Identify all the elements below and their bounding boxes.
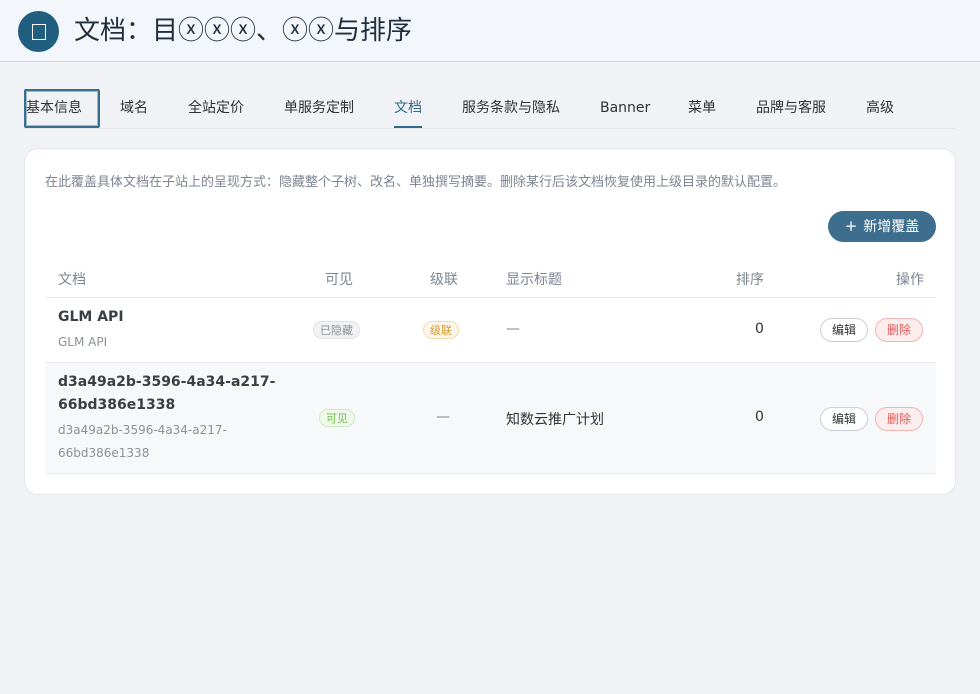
row2-doc-title-line2: 66bd386e1338 xyxy=(58,397,176,413)
row1-doc-subtitle: GLM API xyxy=(58,335,108,349)
page-title: 文档：目ⓧⓧⓧ、ⓧⓧ与排序 xyxy=(74,16,413,46)
header-doc: 文档 xyxy=(58,272,86,288)
tab-docs[interactable]: 文档 xyxy=(394,89,422,128)
table-bottom-divider xyxy=(45,473,936,474)
plus-icon: + xyxy=(844,217,858,235)
tab-basic-info[interactable]: 基本信息 xyxy=(24,89,100,128)
document-icon xyxy=(18,11,59,52)
tab-service-custom[interactable]: 单服务定制 xyxy=(284,89,354,127)
header-order: 排序 xyxy=(736,272,764,288)
row1-edit-button[interactable]: 编辑 xyxy=(820,318,868,342)
row1-cascade-badge: 级联 xyxy=(423,321,459,339)
row1-display-title: — xyxy=(506,321,520,337)
tab-advanced[interactable]: 高级 xyxy=(866,89,894,127)
tab-terms-privacy[interactable]: 服务条款与隐私 xyxy=(462,89,560,127)
row2-doc-subtitle-line2: 66bd386e1338 xyxy=(58,446,150,460)
add-override-label: 新增覆盖 xyxy=(863,219,920,235)
page-header: 文档：目ⓧⓧⓧ、ⓧⓧ与排序 xyxy=(0,0,980,62)
overrides-card: 在此覆盖具体文档在子站上的呈现方式：隐藏整个子树、改名、单独撰写摘要。删除某行后… xyxy=(24,148,956,495)
description-text: 在此覆盖具体文档在子站上的呈现方式：隐藏整个子树、改名、单独撰写摘要。删除某行后… xyxy=(45,175,787,190)
tab-docs-label: 文档 xyxy=(394,100,422,116)
row2-order: 0 xyxy=(755,409,764,425)
tab-menu[interactable]: 菜单 xyxy=(688,89,716,127)
row1-visibility-badge: 已隐藏 xyxy=(313,321,360,339)
row2-visibility-badge: 可见 xyxy=(319,409,355,427)
row2-delete-button[interactable]: 删除 xyxy=(875,407,923,431)
row2-edit-button[interactable]: 编辑 xyxy=(820,407,868,431)
row1-doc-title: GLM API xyxy=(58,309,124,325)
row2-cascade: — xyxy=(436,409,450,425)
row1-delete-button[interactable]: 删除 xyxy=(875,318,923,342)
add-override-button[interactable]: + 新增覆盖 xyxy=(828,211,936,242)
header-cascade: 级联 xyxy=(430,272,458,288)
row2-doc-subtitle-line1: d3a49a2b-3596-4a34-a217- xyxy=(58,423,227,437)
tab-site-pricing[interactable]: 全站定价 xyxy=(188,89,244,127)
tab-banner[interactable]: Banner xyxy=(600,89,650,127)
row2-display-title: 知数云推广计划 xyxy=(506,412,604,428)
header-display-title: 显示标题 xyxy=(506,272,562,288)
header-actions: 操作 xyxy=(896,272,924,288)
row1-order: 0 xyxy=(755,321,764,337)
header-visible: 可见 xyxy=(325,272,353,288)
row2-doc-title-line1: d3a49a2b-3596-4a34-a217- xyxy=(58,374,276,390)
tab-bar: 基本信息 域名 全站定价 单服务定制 文档 服务条款与隐私 Banner 菜单 … xyxy=(24,89,956,129)
tab-brand-support[interactable]: 品牌与客服 xyxy=(756,89,826,127)
header-divider xyxy=(45,297,936,298)
active-tab-indicator xyxy=(394,126,422,128)
tab-domain[interactable]: 域名 xyxy=(120,89,148,127)
